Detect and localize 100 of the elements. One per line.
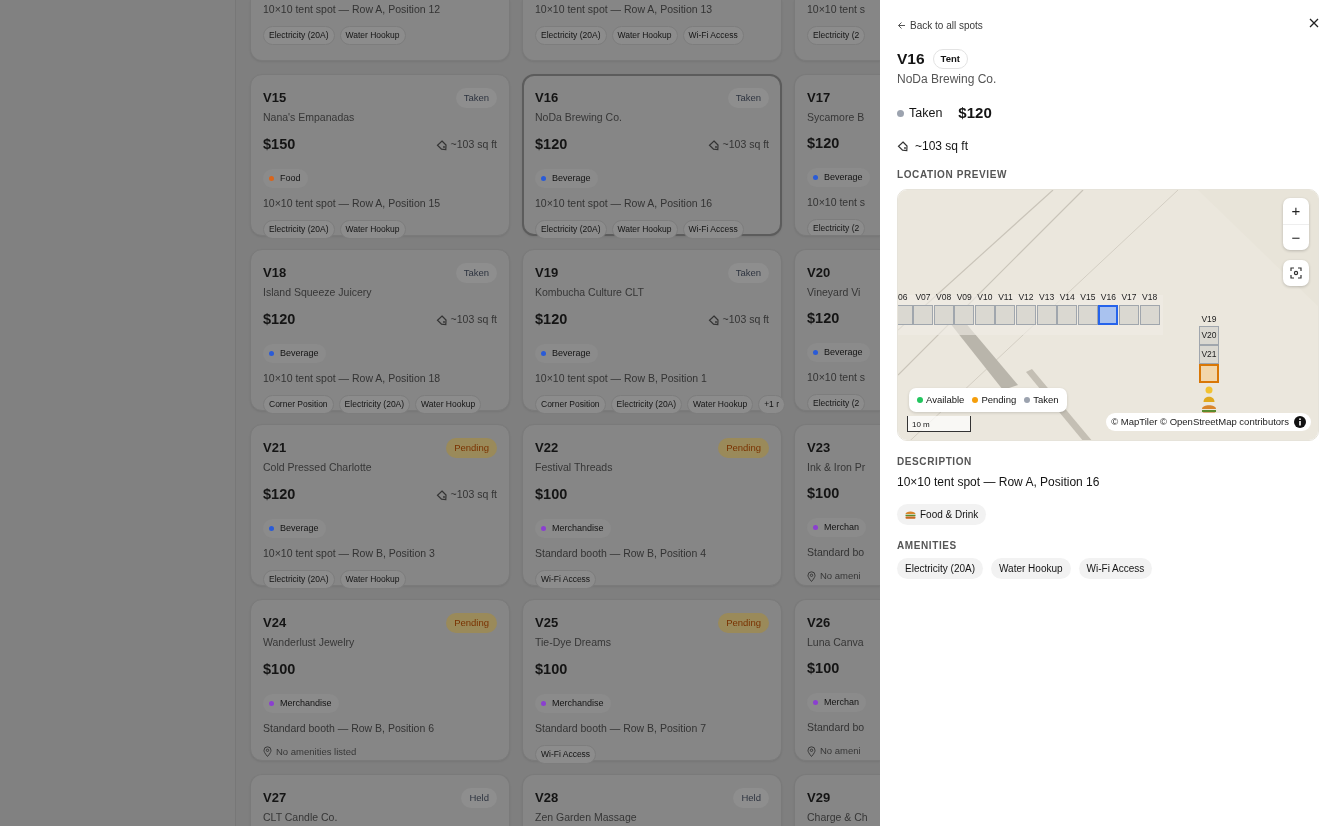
vendor-name: Kombucha Culture CLT xyxy=(535,285,645,301)
amenity-chip: Wi-Fi Access xyxy=(535,744,597,764)
spot-description: 10×10 tent spot — Row A, Position 12 xyxy=(263,2,442,17)
amenity-chip: Corner Position xyxy=(535,394,606,414)
close-button[interactable] xyxy=(1309,18,1319,28)
spot-card[interactable]: 10×10 tent spot — Row A, Position 13 Electricity (20A) Water Hookup Wi-Fi Access xyxy=(522,0,782,61)
spot-card[interactable]: V22 Pending Festival Threads $100 Merchandise Standard booth — Row B, Position 4 Wi-Fi Access xyxy=(522,424,782,586)
legend-label: Available xyxy=(926,392,965,407)
spot-card[interactable]: V18 Taken Island Squeeze Juicery $120 ~103 sq ft Beverage 10×10 tent spot — Row A, Position 18 Corner Position Electricity (20A) Water Hookup xyxy=(250,249,510,411)
spot-card[interactable]: V26 Luna Canva $100 Merchan Standard bo No ameni xyxy=(794,599,880,761)
vendor-name: Nana's Empanadas xyxy=(263,110,356,126)
amenity-chip: Electricity (20A) xyxy=(610,394,683,414)
spot-id: V19 xyxy=(535,264,559,283)
spot-card[interactable]: V28 Held Zen Garden Massage xyxy=(522,774,782,826)
vendor-name: Cold Pressed Charlotte xyxy=(263,460,373,476)
amenity-chip: Wi-Fi Access xyxy=(1078,557,1153,579)
back-link[interactable]: Back to all spots xyxy=(897,18,983,33)
spot-card[interactable]: V21 Pending Cold Pressed Charlotte $120 ~103 sq ft Beverage 10×10 tent spot — Row B, Position 3 Electricity (20A) Water Hookup xyxy=(250,424,510,586)
amenity-chip: Electricity (20A) xyxy=(535,219,607,239)
tag-icon xyxy=(897,139,909,152)
vendor-name: Sycamore B xyxy=(807,109,866,125)
tag-icon xyxy=(435,313,448,326)
map-spot[interactable] xyxy=(995,304,1016,325)
spot-card[interactable]: V17 Sycamore B $120 Beverage 10×10 tent s Electricity (2 xyxy=(794,74,880,236)
category-label: Merchandise xyxy=(552,696,604,710)
figure-icon xyxy=(1202,385,1216,402)
category-label: Merchandise xyxy=(280,696,332,710)
spot-label: V12 xyxy=(1017,291,1035,302)
amenity-chip: Corner Position xyxy=(263,394,334,414)
price: $120 xyxy=(535,135,568,154)
zoom-in-button[interactable]: + xyxy=(1283,197,1309,224)
spot-id: V26 xyxy=(807,614,831,632)
close-icon xyxy=(1309,18,1319,28)
tag-icon xyxy=(435,488,448,501)
spot-card[interactable]: V20 Vineyard Vi $120 Beverage 10×10 tent s Electricity (2 xyxy=(794,249,880,411)
location-pin-icon xyxy=(263,746,272,758)
amenity-chip: Wi-Fi Access xyxy=(682,219,744,239)
spot-description: 10×10 tent s xyxy=(807,2,867,17)
area-text: ~103 sq ft xyxy=(450,487,497,502)
status-badge: Pending xyxy=(446,438,497,459)
map-spot[interactable] xyxy=(1016,304,1036,325)
amenity-chip: Electricity (20A) xyxy=(897,557,983,579)
status-badge: Taken xyxy=(727,263,769,284)
price: $120 xyxy=(535,310,568,329)
amenity-chip: Water Hookup xyxy=(687,394,754,414)
price: $150 xyxy=(263,135,296,154)
vendor-name: Vineyard Vi xyxy=(807,284,862,300)
spot-description: 10×10 tent spot — Row B, Position 1 xyxy=(535,371,708,386)
amenity-chip: Electricity (2 xyxy=(807,219,866,235)
category-label: Merchan xyxy=(824,695,859,709)
spot-description: Standard booth — Row B, Position 4 xyxy=(535,546,707,561)
spot-card[interactable]: V29 Charge & Ch xyxy=(794,774,880,826)
map-spot[interactable] xyxy=(1057,304,1078,325)
vendor-name: NoDa Brewing Co. xyxy=(897,71,998,89)
spot-label: V13 xyxy=(1038,291,1056,302)
spot-card[interactable]: V23 Ink & Iron Pr $100 Merchan Standard bo No ameni xyxy=(794,424,880,586)
amenity-chip: Water Hookup xyxy=(339,219,406,239)
spot-card[interactable]: V15 Taken Nana's Empanadas $150 ~103 sq ft Food 10×10 tent spot — Row A, Position 15 Electricity (20A) Water Hookup xyxy=(250,74,510,236)
amenity-chip: Water Hookup xyxy=(339,25,406,45)
amenity-chip: Electricity (2 xyxy=(807,25,866,45)
spot-label: V14 xyxy=(1058,291,1076,302)
spot-id: V17 xyxy=(807,89,831,107)
category-label: Beverage xyxy=(824,345,863,359)
amenity-chip: Water Hookup xyxy=(611,219,678,239)
spot-card[interactable]: 10×10 tent spot — Row A, Position 12 Electricity (20A) Water Hookup xyxy=(250,0,510,61)
spot-label: V16 xyxy=(1099,291,1117,302)
zoom-out-button[interactable]: − xyxy=(1283,223,1309,250)
spot-card[interactable]: 10×10 tent s Electricity (2 xyxy=(794,0,880,61)
area-text: ~103 sq ft xyxy=(450,137,497,152)
map-spot[interactable] xyxy=(954,304,975,325)
price: $120 xyxy=(807,309,840,329)
spot-label: V07 xyxy=(914,291,932,302)
price: $120 xyxy=(958,103,992,124)
recenter-button[interactable] xyxy=(1283,259,1309,286)
price: $100 xyxy=(263,660,296,679)
map-spot[interactable] xyxy=(1098,304,1119,325)
spot-description: 10×10 tent spot — Row A, Position 13 xyxy=(535,2,714,17)
spot-id: V16 xyxy=(535,89,559,108)
category-label: Beverage xyxy=(552,171,591,185)
spot-card[interactable]: V27 Held CLT Candle Co. xyxy=(250,774,510,826)
status-text: Taken xyxy=(909,105,943,123)
status-badge: Held xyxy=(733,788,769,809)
section-heading: LOCATION PREVIEW xyxy=(897,167,1008,182)
spot-card[interactable]: V24 Pending Wanderlust Jewelry $100 Merchandise Standard booth — Row B, Position 6 No amenities listed xyxy=(250,599,510,761)
vendor-name: Ink & Iron Pr xyxy=(807,459,867,475)
price: $120 xyxy=(263,485,296,504)
category-label: Beverage xyxy=(280,346,319,360)
spot-card[interactable]: V16 Taken NoDa Brewing Co. $120 ~103 sq ft Beverage 10×10 tent spot — Row A, Position 16 Electricity (20A) Water Hookup Wi-Fi Access xyxy=(522,74,782,236)
spot-label: V08 xyxy=(935,291,953,302)
vendor-name: Island Squeeze Juicery xyxy=(263,285,373,301)
spot-card[interactable]: V25 Pending Tie-Dye Dreams $100 Merchandise Standard booth — Row B, Position 7 Wi-Fi Access xyxy=(522,599,782,761)
spot-id: V22 xyxy=(535,439,559,458)
info-icon xyxy=(1294,415,1306,428)
status-badge: Held xyxy=(461,788,497,809)
spot-card[interactable]: V19 Taken Kombucha Culture CLT $120 ~103 sq ft Beverage 10×10 tent spot — Row B, Position 1 Corner Position Electricity (20A) Water Hookup +1 r xyxy=(522,249,782,411)
map-spot[interactable] xyxy=(913,304,933,325)
location-pin-icon xyxy=(807,745,816,757)
map-spot[interactable] xyxy=(1119,304,1139,325)
no-amenities-text: No ameni xyxy=(820,569,861,583)
vendor-name: Luna Canva xyxy=(807,634,865,650)
